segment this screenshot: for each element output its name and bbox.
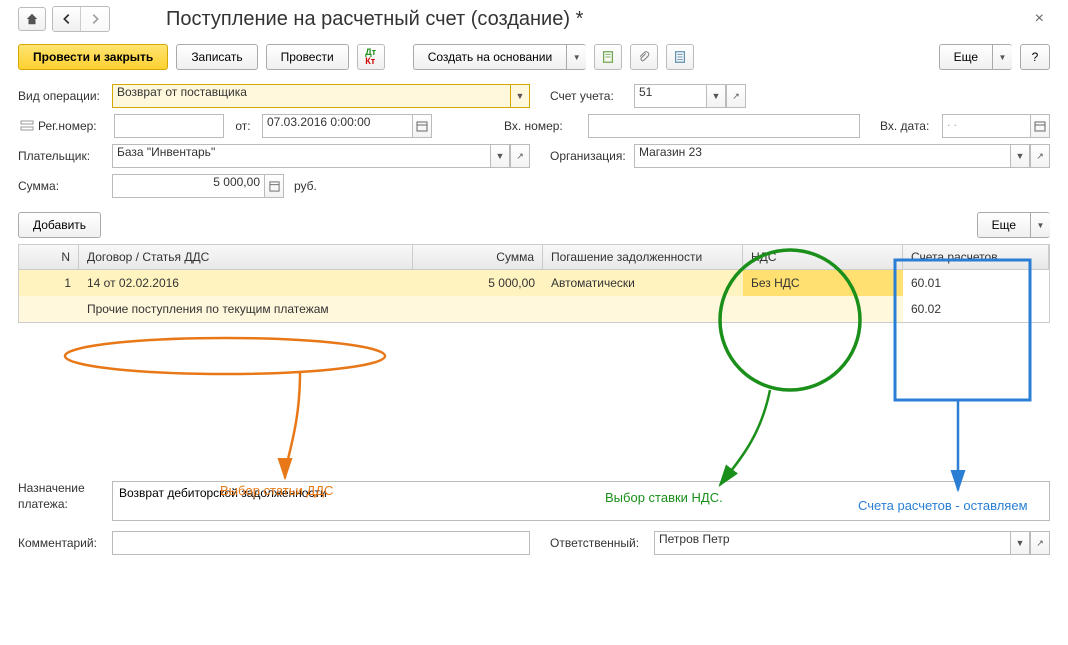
annotation-scheta: Счета расчетов - оставляем [858,498,1028,513]
more-dropdown[interactable] [992,44,1012,70]
in-no-input[interactable] [588,114,860,138]
cell-dds[interactable]: Прочие поступления по текущим платежам [79,296,413,322]
annotation-dds: Выбор статьи ДДС [220,483,333,498]
help-button[interactable]: ? [1020,44,1050,70]
col-pogash[interactable]: Погашение задолженности [543,245,743,269]
comment-input[interactable] [112,531,530,555]
create-based-button[interactable]: Создать на основании [413,44,567,70]
document-icon-button[interactable] [594,44,622,70]
table-more-dropdown[interactable] [1030,212,1050,238]
col-dogovor[interactable]: Договор / Статья ДДС [79,245,413,269]
date-input[interactable]: 07.03.2016 0:00:00 [262,114,412,138]
operation-type-input[interactable]: Возврат от поставщика [112,84,510,108]
page-title: Поступление на расчетный счет (создание)… [166,8,583,31]
account-input[interactable]: 51 [634,84,706,108]
in-date-input[interactable]: . . [942,114,1030,138]
post-button[interactable]: Провести [266,44,349,70]
paperclip-icon [637,50,651,64]
purpose-label: Назначение платежа: [18,481,108,512]
reg-no-input[interactable] [114,114,224,138]
annotation-nds: Выбор ставки НДС. [605,490,723,505]
account-label: Счет учета: [550,89,630,103]
arrow-right-icon [88,12,102,26]
sum-label: Сумма: [18,179,108,193]
document-icon [601,50,615,64]
create-based-dropdown[interactable] [566,44,586,70]
date-picker[interactable] [412,114,432,138]
in-no-label: Вх. номер: [504,119,584,133]
table-row[interactable]: 1 14 от 02.02.2016 5 000,00 Автоматическ… [19,270,1049,296]
calendar-icon [416,120,428,132]
calculator-icon [269,181,280,192]
comment-label: Комментарий: [18,536,108,550]
cell-summa[interactable]: 5 000,00 [413,270,543,296]
table-more-button[interactable]: Еще [977,212,1030,238]
sum-input[interactable]: 5 000,00 [112,174,264,198]
in-date-label: Вх. дата: [880,119,938,133]
org-input[interactable]: Магазин 23 [634,144,1010,168]
close-button[interactable]: × [1029,10,1050,28]
post-and-close-button[interactable]: Провести и закрыть [18,44,168,70]
org-open[interactable]: ↗ [1030,144,1050,168]
list-icon-button[interactable] [666,44,694,70]
responsible-input[interactable]: Петров Петр [654,531,1010,555]
home-button[interactable] [18,7,46,31]
org-label: Организация: [550,149,630,163]
forward-button[interactable] [81,7,109,31]
col-nds[interactable]: НДС [743,245,903,269]
sum-currency: руб. [294,179,317,193]
payer-open[interactable]: ↗ [510,144,530,168]
account-open[interactable]: ↗ [726,84,746,108]
sum-calc[interactable] [264,174,284,198]
org-dropdown[interactable]: ▼ [1010,144,1030,168]
payments-table: N Договор / Статья ДДС Сумма Погашение з… [18,244,1050,323]
operation-type-dropdown[interactable]: ▼ [510,84,530,108]
more-button[interactable]: Еще [939,44,992,70]
home-icon [25,12,39,26]
payer-dropdown[interactable]: ▼ [490,144,510,168]
cell-n2 [19,296,79,322]
table-row[interactable]: Прочие поступления по текущим платежам 6… [19,296,1049,322]
in-date-picker[interactable] [1030,114,1050,138]
date-label: от: [228,119,258,133]
responsible-open[interactable]: ↗ [1030,531,1050,555]
payer-input[interactable]: База "Инвентарь" [112,144,490,168]
col-n[interactable]: N [19,245,79,269]
col-summa[interactable]: Сумма [413,245,543,269]
dtkt-button[interactable]: ДтКт [357,44,385,70]
cell-n: 1 [19,270,79,296]
operation-type-label: Вид операции: [18,89,108,103]
fields-icon [18,118,36,134]
nav-buttons [52,6,110,32]
responsible-label: Ответственный: [550,536,650,550]
reg-no-label: Рег.номер: [38,119,110,133]
save-button[interactable]: Записать [176,44,257,70]
cell-schet1[interactable]: 60.01 [903,270,1049,296]
attach-button[interactable] [630,44,658,70]
dtkt-icon: ДтКт [365,48,376,66]
cell-pogash[interactable]: Автоматически [543,270,743,296]
payer-label: Плательщик: [18,149,108,163]
calendar-icon [1034,120,1046,132]
responsible-dropdown[interactable]: ▼ [1010,531,1030,555]
add-row-button[interactable]: Добавить [18,212,101,238]
col-scheta[interactable]: Счета расчетов [903,245,1049,269]
account-dropdown[interactable]: ▼ [706,84,726,108]
cell-schet2[interactable]: 60.02 [903,296,1049,322]
list-icon [673,50,687,64]
cell-nds[interactable]: Без НДС [743,270,903,296]
back-button[interactable] [53,7,81,31]
arrow-left-icon [60,12,74,26]
cell-dogovor[interactable]: 14 от 02.02.2016 [79,270,413,296]
